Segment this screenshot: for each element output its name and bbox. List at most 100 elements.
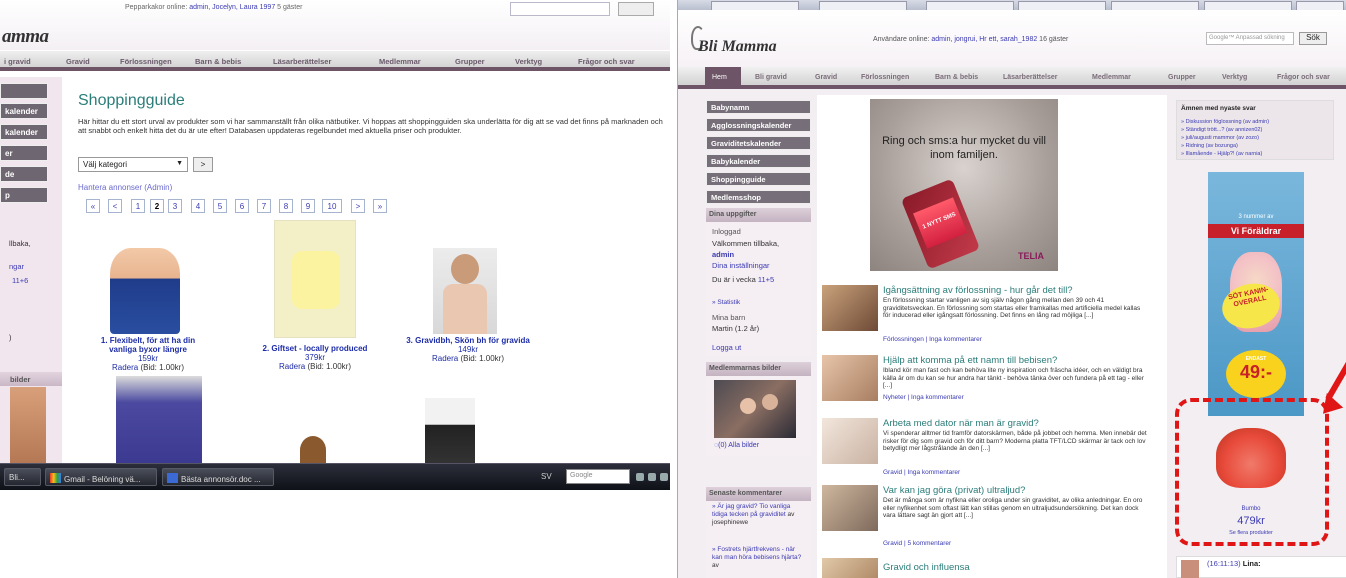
- browser-tab[interactable]: [1018, 1, 1106, 10]
- user-link[interactable]: admin: [712, 250, 734, 259]
- browser-tab[interactable]: [1296, 1, 1344, 10]
- site-logo[interactable]: amma: [2, 26, 49, 48]
- sidebar-item-babynamn[interactable]: Babynamn: [706, 100, 811, 114]
- search-button[interactable]: [618, 2, 654, 16]
- pagination-page[interactable]: 4: [191, 199, 205, 213]
- forum-topic-link[interactable]: » Diskussion föglossning (av admin): [1181, 119, 1269, 125]
- avatar[interactable]: [1181, 560, 1199, 578]
- google-search-box[interactable]: Google: [566, 469, 630, 484]
- nav-item-verktyg[interactable]: Verktyg: [515, 57, 542, 66]
- vi-foraldrar-ad[interactable]: 3 nummer av Vi Föräldrar SÖT KANIN-OVERA…: [1208, 172, 1304, 416]
- article-thumbnail[interactable]: [822, 355, 878, 401]
- nav-item-forlossningen[interactable]: Förlossningen: [120, 57, 172, 66]
- nav-item-grupper[interactable]: Grupper: [1168, 74, 1196, 81]
- forum-topic-link[interactable]: » Illamående - Hjälp?! (av narnia): [1181, 151, 1262, 157]
- member-photo[interactable]: [10, 387, 46, 467]
- online-users-links[interactable]: admin, jongrui, Hr ett, sarah_1982: [931, 36, 1037, 43]
- search-button[interactable]: Sök: [1299, 32, 1327, 45]
- remove-link[interactable]: Radera: [279, 362, 305, 371]
- search-input[interactable]: [510, 2, 610, 16]
- article-meta[interactable]: Gravid | 5 kommentarer: [883, 540, 951, 547]
- sidebar-button[interactable]: de: [0, 166, 48, 182]
- sidebar-button[interactable]: kalender: [0, 124, 48, 140]
- sidebar-item-medlemsshop[interactable]: Medlemsshop: [706, 190, 811, 204]
- settings-link[interactable]: ngar: [9, 262, 24, 271]
- nav-item-fragor-och-svar[interactable]: Frågor och svar: [578, 57, 635, 66]
- site-logo[interactable]: Bli Mamma: [698, 38, 777, 56]
- member-photo[interactable]: [714, 380, 796, 438]
- pagination-page[interactable]: 3: [168, 199, 182, 213]
- settings-link[interactable]: Dina inställningar: [712, 261, 770, 270]
- featured-product-name[interactable]: Bumbo: [1176, 506, 1326, 512]
- taskbar-item[interactable]: Bli...: [4, 468, 41, 486]
- product-image[interactable]: [274, 220, 356, 338]
- more-products-link[interactable]: Se flera produkter: [1176, 530, 1326, 536]
- nav-item-bli-gravid[interactable]: Bli gravid: [755, 74, 787, 81]
- statistics-link[interactable]: » Statistik: [712, 298, 740, 307]
- remove-link[interactable]: Radera: [112, 363, 138, 372]
- sidebar-button[interactable]: er: [0, 145, 48, 161]
- sidebar-item-agglossningskalender[interactable]: Agglossningskalender: [706, 118, 811, 132]
- sidebar-button[interactable]: kalender: [0, 103, 48, 119]
- pagination-page[interactable]: 6: [235, 199, 249, 213]
- category-select[interactable]: Välj kategori ▼: [78, 157, 188, 172]
- article-meta[interactable]: Nyheter | Inga kommentarer: [883, 394, 964, 401]
- remove-link[interactable]: Radera: [432, 354, 458, 363]
- browser-tab[interactable]: [819, 1, 907, 10]
- all-pics-link[interactable]: ◌(0) Alla bilder: [714, 441, 759, 450]
- week-link[interactable]: 11+5: [758, 275, 774, 284]
- week-link[interactable]: 11+6: [12, 276, 28, 285]
- article-meta[interactable]: Förlossningen | Inga kommentarer: [883, 336, 982, 343]
- taskbar-item-word-doc[interactable]: Bästa annonsör.doc ...: [162, 468, 274, 486]
- manage-ads-link[interactable]: Hantera annonser (Admin): [78, 183, 172, 192]
- pagination-page[interactable]: 8: [279, 199, 293, 213]
- nav-item-bli-gravid[interactable]: i gravid: [4, 57, 31, 66]
- taskbar-item-gmail[interactable]: Gmail - Belöning vä...: [45, 468, 157, 486]
- tray-icon[interactable]: [660, 473, 668, 481]
- browser-tab[interactable]: [711, 1, 799, 10]
- pagination-page[interactable]: 1: [131, 199, 145, 213]
- sidebar-button[interactable]: p: [0, 187, 48, 203]
- article-title[interactable]: Igångsättning av förlossning - hur går d…: [883, 285, 1073, 296]
- product-title[interactable]: 3. Gravidbh, Skön bh för gravida: [403, 336, 533, 345]
- pagination-page-current[interactable]: 2: [150, 199, 164, 213]
- nav-item-verktyg[interactable]: Verktyg: [1222, 74, 1247, 81]
- pagination-prev[interactable]: <: [108, 199, 122, 213]
- bumbo-product-image[interactable]: [1216, 428, 1286, 488]
- pagination-page[interactable]: 10: [322, 199, 342, 213]
- nav-item-home[interactable]: Hem: [705, 67, 741, 89]
- online-users-links[interactable]: admin, Jocelyn, Laura 1997: [189, 4, 275, 11]
- pagination-last[interactable]: »: [373, 199, 387, 213]
- browser-tab[interactable]: [1204, 1, 1292, 10]
- product-title[interactable]: 2. Giftset - locally produced: [245, 344, 385, 353]
- tray-icon[interactable]: [636, 473, 644, 481]
- forum-topic-link[interactable]: » juli/augusti mammor (av zozo): [1181, 135, 1259, 141]
- pagination-page[interactable]: 7: [257, 199, 271, 213]
- product-image[interactable]: [110, 248, 180, 334]
- logout-link[interactable]: Logga ut: [712, 343, 741, 352]
- article-title[interactable]: Gravid och influensa: [883, 562, 970, 573]
- product-image[interactable]: [433, 248, 497, 334]
- article-title[interactable]: Arbeta med dator när man är gravid?: [883, 418, 1039, 429]
- product-image[interactable]: [116, 376, 202, 464]
- nav-item-gravid[interactable]: Gravid: [815, 74, 837, 81]
- telia-banner-ad[interactable]: Ring och sms:a hur mycket du vill inom f…: [870, 99, 1058, 271]
- nav-item-fragor-och-svar[interactable]: Frågor och svar: [1277, 74, 1330, 81]
- nav-item-medlemmar[interactable]: Medlemmar: [379, 57, 421, 66]
- article-thumbnail[interactable]: [822, 285, 878, 331]
- forum-topic-link[interactable]: » Ständigt trött...? (av annizen02): [1181, 127, 1262, 133]
- tray-icon[interactable]: [648, 473, 656, 481]
- article-thumbnail[interactable]: [822, 558, 878, 578]
- language-indicator[interactable]: SV: [541, 472, 552, 481]
- sidebar-item-graviditetskalender[interactable]: Graviditetskalender: [706, 136, 811, 150]
- article-thumbnail[interactable]: [822, 485, 878, 531]
- nav-item-barn-bebis[interactable]: Barn & bebis: [935, 74, 978, 81]
- go-button[interactable]: >: [193, 157, 213, 172]
- google-search-input[interactable]: Google™ Anpassad sökning: [1206, 32, 1294, 45]
- article-thumbnail[interactable]: [822, 418, 878, 464]
- pagination-page[interactable]: 5: [213, 199, 227, 213]
- pagination-next[interactable]: >: [351, 199, 365, 213]
- article-meta[interactable]: Gravid | Inga kommentarer: [883, 469, 960, 476]
- browser-tab[interactable]: [1111, 1, 1199, 10]
- sidebar-item-shoppingguide[interactable]: Shoppingguide: [706, 172, 811, 186]
